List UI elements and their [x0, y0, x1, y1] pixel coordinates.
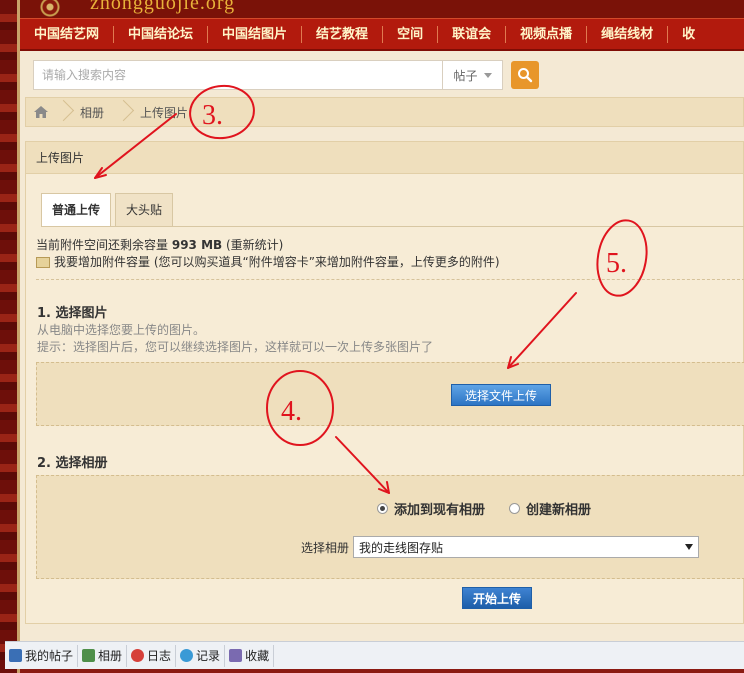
left-decorative-border	[0, 0, 20, 673]
toolbar-album[interactable]: 相册	[78, 644, 128, 667]
search-type-dropdown[interactable]: 帖子	[443, 60, 503, 90]
radio-new-album[interactable]	[509, 503, 521, 514]
album-select[interactable]: 我的走线图存贴	[353, 536, 700, 558]
album-select-label: 选择相册	[301, 540, 350, 555]
toolbar-label: 记录	[196, 649, 221, 663]
nav-item-forum[interactable]: 中国结论坛	[114, 25, 209, 43]
divider	[36, 279, 744, 280]
radio-existing-label[interactable]: 添加到现有相册	[394, 499, 485, 518]
toolbar-favorites[interactable]: 收藏	[225, 644, 275, 667]
toolbar-label: 收藏	[245, 649, 270, 663]
album-select-value: 我的走线图存贴	[359, 540, 444, 555]
dropdown-arrow-icon	[685, 544, 694, 550]
radio-existing-album[interactable]	[377, 503, 388, 514]
favorites-icon	[229, 649, 243, 662]
site-banner: zhongguojie.org	[20, 0, 744, 18]
toolbar-diary[interactable]: 日志	[127, 644, 177, 667]
nav-item-more[interactable]: 收	[668, 26, 709, 43]
nav-item-video[interactable]: 视频点播	[506, 25, 588, 43]
banner-ornament	[20, 0, 80, 18]
section-select-album-title: 2. 选择相册	[37, 456, 108, 471]
nav-item-club[interactable]: 联谊会	[438, 25, 507, 43]
section-select-image-title: 1. 选择图片	[37, 306, 108, 321]
toolbar-record[interactable]: 记录	[176, 644, 226, 667]
toolbar-label: 相册	[98, 649, 123, 663]
post-icon	[9, 649, 22, 662]
nav-item-space[interactable]: 空间	[383, 25, 439, 43]
quota-text: 当前附件空间还剩余容量	[36, 238, 169, 252]
search-type-label: 帖子	[453, 68, 478, 83]
nav-item-pictures[interactable]: 中国结图片	[208, 25, 303, 43]
tab-photo-sticker[interactable]: 大头贴	[115, 193, 174, 226]
diary-icon	[131, 649, 145, 662]
banner-site-text: zhongguojie.org	[90, 0, 236, 14]
radio-new-label[interactable]: 创建新相册	[526, 499, 591, 518]
upload-panel: 上传图片 普通上传 大头贴 当前附件空间还剩余容量 993 MB (重新统计) …	[25, 141, 744, 624]
tab-normal-upload[interactable]: 普通上传	[41, 193, 112, 227]
nav-item-tutorials[interactable]: 结艺教程	[302, 25, 384, 43]
search-input[interactable]	[33, 60, 443, 90]
breadcrumb-upload: 上传图片	[140, 105, 189, 120]
breadcrumb-separator	[56, 98, 66, 126]
album-select-area: 添加到现有相册 创建新相册 选择相册 我的走线图存贴	[36, 475, 744, 579]
chevron-down-icon	[483, 72, 492, 78]
main-content: 帖子 相册 上传图片 上传图片 普通上传 大头贴 当前附	[20, 51, 744, 641]
image-drop-area: 选择文件上传	[36, 362, 744, 426]
nav-item-jieyi[interactable]: 中国结艺网	[20, 25, 115, 43]
search-button[interactable]	[511, 61, 539, 89]
search-icon	[518, 68, 533, 83]
bottom-toolbar: 我的帖子 相册 日志 记录 收藏	[5, 641, 744, 669]
main-nav: 中国结艺网 中国结论坛 中国结图片 结艺教程 空间 联谊会 视频点播 绳结线材 …	[20, 18, 744, 51]
increase-quota-link[interactable]: 我要增加附件容量 (您可以购买道具“附件增容卡”来增加附件容量，上传更多的附件)	[54, 254, 500, 271]
breadcrumb: 相册 上传图片	[25, 97, 744, 127]
record-icon	[180, 649, 194, 662]
upload-tabs: 普通上传 大头贴	[41, 193, 174, 227]
select-image-hint: 从电脑中选择您要上传的图片。	[37, 323, 206, 337]
album-icon	[82, 649, 96, 662]
quota-amount: 993 MB	[171, 238, 223, 252]
nav-item-materials[interactable]: 绳结线材	[587, 25, 669, 43]
home-link[interactable]	[26, 98, 56, 126]
album-mode-options: 添加到现有相册 创建新相册	[377, 499, 609, 518]
book-icon	[36, 257, 50, 268]
panel-title: 上传图片	[26, 142, 743, 174]
toolbar-label: 日志	[147, 649, 172, 663]
breadcrumb-album[interactable]: 相册	[66, 104, 116, 121]
toolbar-my-posts[interactable]: 我的帖子	[5, 644, 79, 667]
select-image-tip: 提示：选择图片后，您可以继续选择图片，这样就可以一次上传多张图片了	[37, 340, 434, 354]
recalculate-link[interactable]: (重新统计)	[226, 238, 283, 252]
choose-file-button[interactable]: 选择文件上传	[451, 384, 551, 406]
album-picker: 选择相册 我的走线图存贴	[301, 536, 700, 558]
start-upload-button[interactable]: 开始上传	[462, 587, 532, 609]
breadcrumb-separator	[116, 98, 126, 126]
toolbar-label: 我的帖子	[25, 649, 74, 663]
quota-info: 当前附件空间还剩余容量 993 MB (重新统计) 我要增加附件容量 (您可以购…	[36, 237, 500, 271]
home-icon	[34, 106, 48, 118]
search-bar: 帖子	[33, 60, 539, 90]
tabs-divider	[41, 226, 744, 227]
